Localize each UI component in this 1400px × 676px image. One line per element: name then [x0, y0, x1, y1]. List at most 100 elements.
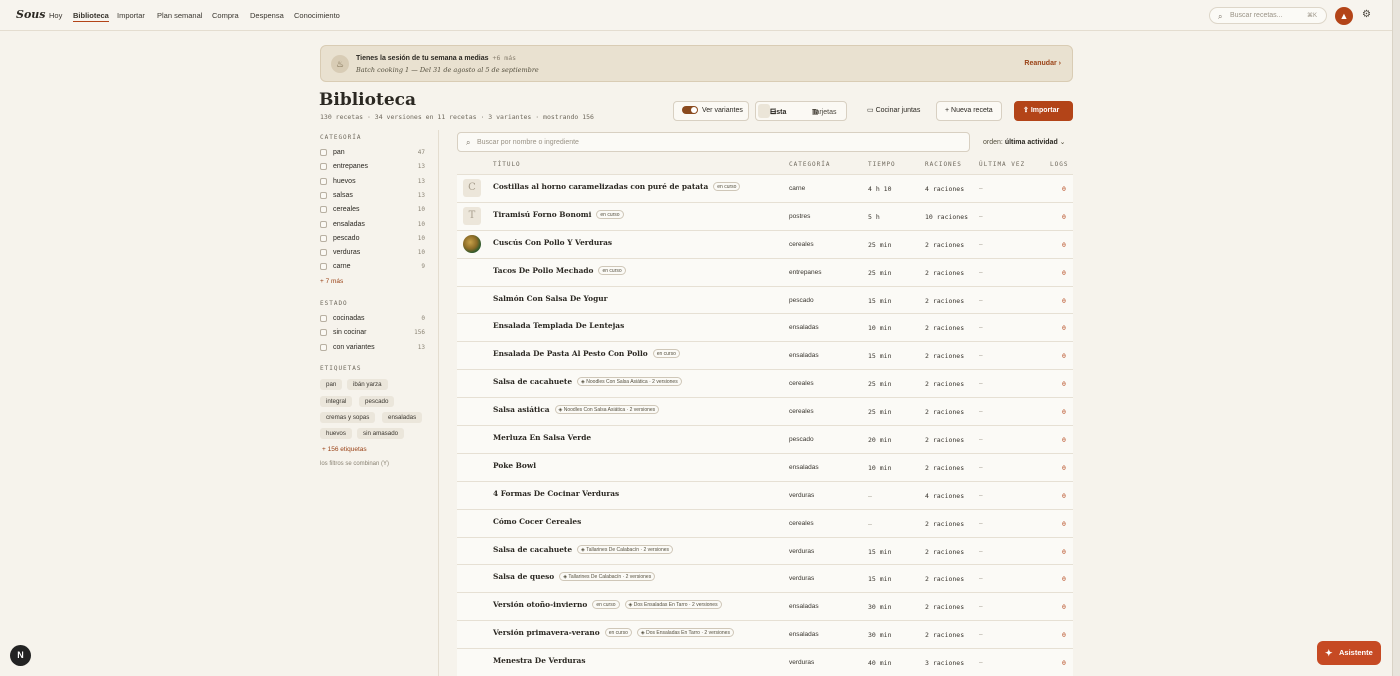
version-group-badge[interactable]: ◈ Tallarines De Calabacín · 2 versiones [577, 544, 674, 554]
recipe-search-input[interactable]: ⌕ Buscar por nombre o ingrediente [457, 132, 970, 152]
global-search-input[interactable]: ⌕ Buscar recetas... ⌘K [1209, 7, 1327, 24]
checkbox[interactable] [320, 206, 327, 214]
table-row[interactable]: Versión primavera-verano en curso ◈ Dos En… [457, 620, 1073, 649]
import-button[interactable]: ⇪ Importar [1014, 101, 1073, 121]
checkbox[interactable] [320, 220, 327, 228]
checkbox[interactable] [320, 343, 327, 351]
version-group-badge[interactable]: ◈ Tallarines De Calabacín · 2 versiones [559, 572, 656, 582]
column-header-title[interactable]: TÍTULO [493, 161, 521, 168]
table-row[interactable]: Cuscús Con Pollo Y Verduras cereales 25 mi… [457, 229, 1073, 258]
tags-more-link[interactable]: + 156 etiquetas [322, 446, 367, 453]
toggle-switch[interactable] [682, 106, 698, 115]
recipe-title[interactable]: Tiramisú Forno Bonomi en curso [493, 209, 624, 219]
category-filter[interactable]: huevos 13 [320, 176, 425, 188]
table-row[interactable]: 4 Formas De Cocinar Verduras verduras – 4 r… [457, 480, 1073, 509]
table-row[interactable]: Salsa de queso ◈ Tallarines De Calabacín … [457, 564, 1073, 593]
category-filter[interactable]: carne 9 [320, 261, 425, 273]
checkbox[interactable] [320, 191, 327, 199]
recipe-title[interactable]: Salsa asiática ◈ Noodles Con Salsa Asiáti… [493, 405, 660, 415]
checkbox[interactable] [320, 177, 327, 185]
table-row[interactable]: Salsa asiática ◈ Noodles Con Salsa Asiáti… [457, 397, 1073, 426]
recipe-title[interactable]: Salsa de queso ◈ Tallarines De Calabacín … [493, 572, 656, 582]
checkbox[interactable] [320, 163, 327, 171]
table-row[interactable]: Salsa de cacahuete ◈ Tallarines De Calaba… [457, 536, 1073, 565]
tag-chip[interactable]: integral [320, 396, 353, 407]
checkbox[interactable] [320, 249, 327, 257]
recipe-title[interactable]: Versión primavera-verano en curso ◈ Dos En… [493, 628, 734, 638]
corner-badge[interactable]: N [10, 645, 31, 666]
recipe-title[interactable]: Tacos De Pollo Mechado en curso [493, 265, 626, 275]
category-filter[interactable]: ensaladas 10 [320, 219, 425, 231]
table-row[interactable]: Ensalada Templada De Lentejas ensaladas 10… [457, 313, 1073, 342]
recipe-title[interactable]: Salsa de cacahuete ◈ Noodles Con Salsa As… [493, 377, 682, 387]
category-filter[interactable]: cereales 10 [320, 204, 425, 216]
state-filter[interactable]: cocinadas 0 [320, 313, 425, 325]
checkbox[interactable] [320, 263, 327, 271]
recipe-title[interactable]: Poke Bowl [493, 461, 536, 470]
state-filter[interactable]: con variantes 13 [320, 342, 425, 354]
view-cards-button[interactable]: ▦ Tarjetas [800, 104, 837, 118]
nav-hoy[interactable]: Hoy [49, 11, 62, 20]
order-dropdown[interactable]: orden: última actividad ⌄ [983, 138, 1066, 146]
nav-importar[interactable]: Importar [117, 11, 145, 20]
table-row[interactable]: Merluza En Salsa Verde pescado 20 min 2 rac… [457, 425, 1073, 453]
category-filter[interactable]: pan 47 [320, 147, 425, 159]
tag-chip[interactable]: cremas y sopas [320, 412, 376, 423]
show-variants-toggle[interactable]: Ver variantes [673, 101, 749, 121]
app-logo[interactable]: Sous [16, 8, 45, 21]
recipe-title[interactable]: Salmón Con Salsa De Yogur [493, 294, 608, 303]
assistant-button[interactable]: ✦ Asistente [1317, 641, 1381, 665]
column-header-servings[interactable]: RACIONES [925, 161, 962, 168]
table-row[interactable]: C Costillas al horno caramelizadas con pu… [457, 174, 1073, 202]
table-row[interactable]: Cómo Cocer Cereales cereales – 2 raciones – 0 [457, 508, 1073, 537]
column-header-time[interactable]: TIEMPO [868, 161, 896, 168]
categories-more-link[interactable]: + 7 más [320, 278, 343, 285]
checkbox[interactable] [320, 234, 327, 242]
tag-chip[interactable]: ensaladas [382, 412, 423, 423]
recipe-title[interactable]: Versión otoño-invierno en curso ◈ Dos Ensa… [493, 600, 722, 610]
checkbox[interactable] [320, 149, 327, 156]
tag-chip[interactable]: pan [320, 379, 343, 390]
page-scrollbar[interactable] [1392, 0, 1400, 676]
recipe-title[interactable]: Cómo Cocer Cereales [493, 517, 581, 526]
tag-chip[interactable]: sin amasado [357, 428, 405, 439]
checkbox[interactable] [320, 315, 327, 322]
category-filter[interactable]: pescado 10 [320, 233, 425, 245]
category-filter[interactable]: verduras 10 [320, 247, 425, 259]
table-row[interactable]: Tacos De Pollo Mechado en curso entrepanes… [457, 257, 1073, 286]
nav-biblioteca[interactable]: Biblioteca [73, 11, 109, 22]
tag-chip[interactable]: ibán yarza [347, 379, 388, 390]
table-row[interactable]: Versión otoño-invierno en curso ◈ Dos Ensa… [457, 592, 1073, 621]
version-group-badge[interactable]: ◈ Dos Ensaladas En Tarro · 2 versiones [624, 600, 722, 610]
resume-button[interactable]: Reanudar › [1024, 60, 1061, 67]
nav-conocimiento[interactable]: Conocimiento [294, 11, 340, 20]
table-row[interactable]: Menestra De Verduras verduras 40 min 3 raci… [457, 648, 1073, 676]
nav-compra[interactable]: Compra [212, 11, 239, 20]
nav-plan-semanal[interactable]: Plan semanal [157, 11, 202, 20]
new-recipe-button[interactable]: + Nueva receta [936, 101, 1002, 121]
checkbox[interactable] [320, 329, 327, 337]
tag-chip[interactable]: pescado [359, 396, 395, 407]
column-header-last-time[interactable]: ÚLTIMA VEZ [979, 161, 1025, 168]
category-filter[interactable]: salsas 13 [320, 190, 425, 202]
recipe-title[interactable]: Cuscús Con Pollo Y Verduras [493, 238, 612, 247]
version-group-badge[interactable]: ◈ Noodles Con Salsa Asiática · 2 version… [554, 405, 660, 415]
table-row[interactable]: Ensalada De Pasta Al Pesto Con Pollo en c… [457, 341, 1073, 370]
table-row[interactable]: Salsa de cacahuete ◈ Noodles Con Salsa As… [457, 369, 1073, 398]
view-list-button[interactable]: ☰ Lista [758, 104, 786, 118]
flame-icon[interactable]: ▲ [1335, 7, 1353, 25]
column-header-category[interactable]: CATEGORÍA [789, 161, 831, 168]
state-filter[interactable]: sin cocinar 156 [320, 327, 425, 339]
table-row[interactable]: Poke Bowl ensaladas 10 min 2 raciones – 0 [457, 452, 1073, 481]
recipe-title[interactable]: Costillas al horno caramelizadas con pur… [493, 182, 741, 191]
column-header-logs[interactable]: LOGS [1050, 161, 1068, 168]
version-group-badge[interactable]: ◈ Noodles Con Salsa Asiática · 2 version… [577, 377, 682, 387]
recipe-title[interactable]: Salsa de cacahuete ◈ Tallarines De Calaba… [493, 544, 674, 554]
category-filter[interactable]: entrepanes 13 [320, 161, 425, 173]
tag-chip[interactable]: huevos [320, 428, 352, 439]
table-row[interactable]: T Tiramisú Forno Bonomi en curso postres 5 h… [457, 201, 1073, 230]
version-group-badge[interactable]: ◈ Dos Ensaladas En Tarro · 2 versiones [636, 628, 734, 638]
recipe-title[interactable]: 4 Formas De Cocinar Verduras [493, 489, 619, 498]
table-row[interactable]: Salmón Con Salsa De Yogur pescado 15 min 2 … [457, 285, 1073, 314]
recipe-title[interactable]: Menestra De Verduras [493, 656, 586, 665]
